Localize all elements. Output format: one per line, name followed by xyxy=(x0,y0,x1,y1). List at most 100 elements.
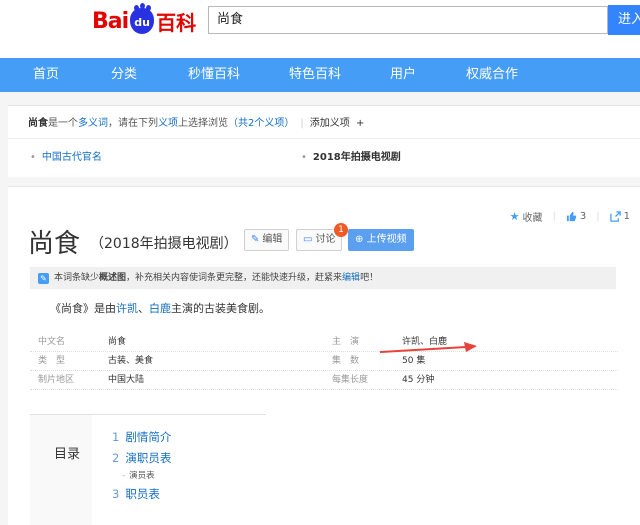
pencil-icon: ✎ xyxy=(251,234,260,245)
main-content: ★ 收藏 | 3 | 1 尚食 （2018年拍摄电视剧） ✎ 编辑 ▭ 讨论 1 ⊕ … xyxy=(8,186,640,525)
info-key: 每集长度 xyxy=(332,375,369,385)
plus-icon[interactable]: + xyxy=(356,118,364,129)
share-button[interactable]: 1 xyxy=(609,209,630,224)
collect-button[interactable]: ★ 收藏 xyxy=(510,209,543,224)
edit-button[interactable]: ✎ 编辑 xyxy=(244,229,290,251)
thumb-up-icon xyxy=(566,211,577,222)
notice-text: 本词条缺少 xyxy=(54,273,100,283)
star-icon: ★ xyxy=(509,210,520,223)
catalog-item-plot[interactable]: 1 剧情简介 xyxy=(112,429,171,445)
discuss-label: 讨论 xyxy=(315,234,336,245)
catalog-sub-label: 演员表 xyxy=(129,471,155,481)
catalog-label: 剧情简介 xyxy=(125,430,172,444)
divider: | xyxy=(300,118,304,129)
catalog-label: 演职员表 xyxy=(125,451,172,465)
polysemy-word-link[interactable]: 多义词 xyxy=(78,118,108,129)
edit-notice-icon: ✎ xyxy=(38,273,49,284)
notice-bold: 概述图 xyxy=(99,273,127,283)
basic-info-table: 中文名 尚食 主 演 许凯、白鹿 类 型 古装、美食 集 数 50 集 制片地区… xyxy=(30,333,618,390)
actor-link-bailu[interactable]: 白鹿 xyxy=(149,302,171,315)
upload-video-button[interactable]: ⊕ 上传视频 xyxy=(348,229,414,251)
info-value: 45 分钟 xyxy=(402,375,435,385)
notice-text: 吧！ xyxy=(360,273,379,283)
catalog-num: 2 xyxy=(112,451,120,465)
catalog: 目录 1 剧情简介 2 演职员表 - 演员表 3 职员表 xyxy=(30,414,266,525)
polysemy-option-tv-series[interactable]: • 2018年拍摄电视剧 xyxy=(301,148,401,163)
main-nav: 首页 分类 秒懂百科 特色百科 用户 权威合作 xyxy=(0,58,640,92)
nav-user[interactable]: 用户 xyxy=(390,58,416,92)
header: Bai du 百科 尚食 进入 xyxy=(0,0,640,58)
polysemy-text: ，请在下列 xyxy=(108,118,158,129)
catalog-num: 1 xyxy=(112,430,120,444)
basic-info-row: 类 型 古装、美食 集 数 50 集 xyxy=(30,352,618,371)
bullet-icon: • xyxy=(30,152,36,163)
collect-label: 收藏 xyxy=(522,213,543,224)
polysemy-count[interactable]: （共2个义项） xyxy=(228,118,294,129)
lemma-summary: 《尚食》是由许凯、白鹿主演的古装美食剧。 xyxy=(50,300,270,316)
chat-icon: ▭ xyxy=(303,234,313,245)
search-button[interactable]: 进入 xyxy=(608,5,640,35)
catalog-header xyxy=(30,415,92,525)
info-value: 古装、美食 xyxy=(108,356,154,366)
catalog-title: 目录 xyxy=(54,447,81,462)
logo-baike: 百科 xyxy=(156,10,197,35)
nav-home[interactable]: 首页 xyxy=(33,58,59,92)
bullet-icon: - xyxy=(122,471,126,481)
missing-image-notice: ✎ 本词条缺少概述图，补充相关内容使词条更完整，还能快速升级，赶紧来编辑吧！ xyxy=(30,267,616,289)
notice-edit-link[interactable]: 编辑 xyxy=(342,273,360,283)
polysemy-notice: 尚食是一个多义词，请在下列义项上选择浏览（共2个义项） | 添加义项 + xyxy=(28,114,364,129)
polysemy-text: 上选择浏览 xyxy=(178,118,228,129)
catalog-label: 职员表 xyxy=(125,487,160,501)
share-icon xyxy=(609,211,621,222)
logo-paw-icon: du xyxy=(130,5,155,34)
entry-tools: ★ 收藏 | 3 | 1 xyxy=(510,209,630,224)
polysemy-panel: 尚食是一个多义词，请在下列义项上选择浏览（共2个义项） | 添加义项 + • 中国古代… xyxy=(8,105,640,177)
upload-icon: ⊕ xyxy=(355,234,364,245)
basic-info-row: 中文名 尚食 主 演 许凯、白鹿 xyxy=(30,333,618,352)
polysemy-text: 是一个 xyxy=(48,118,78,129)
bullet-icon: • xyxy=(301,152,307,163)
like-button[interactable]: 3 xyxy=(566,209,586,224)
catalog-item-crew[interactable]: 3 职员表 xyxy=(112,486,160,502)
info-key: 制片地区 xyxy=(38,375,75,385)
logo-bai: Bai xyxy=(92,8,129,34)
basic-info-row: 制片地区 中国大陆 每集长度 45 分钟 xyxy=(30,371,618,390)
catalog-num: 3 xyxy=(112,487,120,501)
nav-miaodong[interactable]: 秒懂百科 xyxy=(188,58,240,92)
info-key: 中文名 xyxy=(38,337,66,347)
polysemy-option-label: 2018年拍摄电视剧 xyxy=(312,152,401,163)
catalog-item-cast[interactable]: 2 演职员表 xyxy=(112,450,171,466)
catalog-subitem-actors[interactable]: - 演员表 xyxy=(122,469,155,481)
polysemy-item-link[interactable]: 义项 xyxy=(158,118,178,129)
polysemy-term: 尚食 xyxy=(28,118,48,129)
info-key: 类 型 xyxy=(38,356,66,366)
nav-featured[interactable]: 特色百科 xyxy=(289,58,341,92)
nav-authority[interactable]: 权威合作 xyxy=(466,58,518,92)
upload-label: 上传视频 xyxy=(366,234,407,245)
red-arrow-annotation xyxy=(379,342,477,353)
notice-text: ，补充相关内容使词条更完整，还能快速升级，赶紧来 xyxy=(126,273,343,283)
discuss-badge: 1 xyxy=(334,223,348,237)
divider: | xyxy=(552,211,556,222)
lemma-text: 《尚食》是由 xyxy=(50,302,116,315)
actor-link-xukai[interactable]: 许凯 xyxy=(116,302,138,315)
lemma-text: 主演的古装美食剧。 xyxy=(171,302,270,315)
info-key: 集 数 xyxy=(332,356,360,366)
baidu-baike-logo[interactable]: Bai du 百科 xyxy=(92,5,197,36)
divider: | xyxy=(596,211,600,222)
search-input[interactable]: 尚食 xyxy=(208,6,608,34)
info-value: 中国大陆 xyxy=(108,375,145,385)
like-count: 3 xyxy=(579,211,587,222)
lemma-text: 、 xyxy=(138,302,149,315)
divider xyxy=(8,138,640,139)
add-item-link[interactable]: 添加义项 xyxy=(310,118,350,129)
info-value: 尚食 xyxy=(108,337,127,347)
nav-category[interactable]: 分类 xyxy=(111,58,137,92)
polysemy-option-label: 中国古代官名 xyxy=(41,152,102,163)
page-title: 尚食 xyxy=(28,229,81,259)
share-count: 1 xyxy=(623,211,630,222)
page-subtitle: （2018年拍摄电视剧） xyxy=(90,236,238,252)
polysemy-option-official[interactable]: • 中国古代官名 xyxy=(30,148,102,163)
edit-label: 编辑 xyxy=(262,234,283,245)
info-key: 主 演 xyxy=(332,337,360,347)
